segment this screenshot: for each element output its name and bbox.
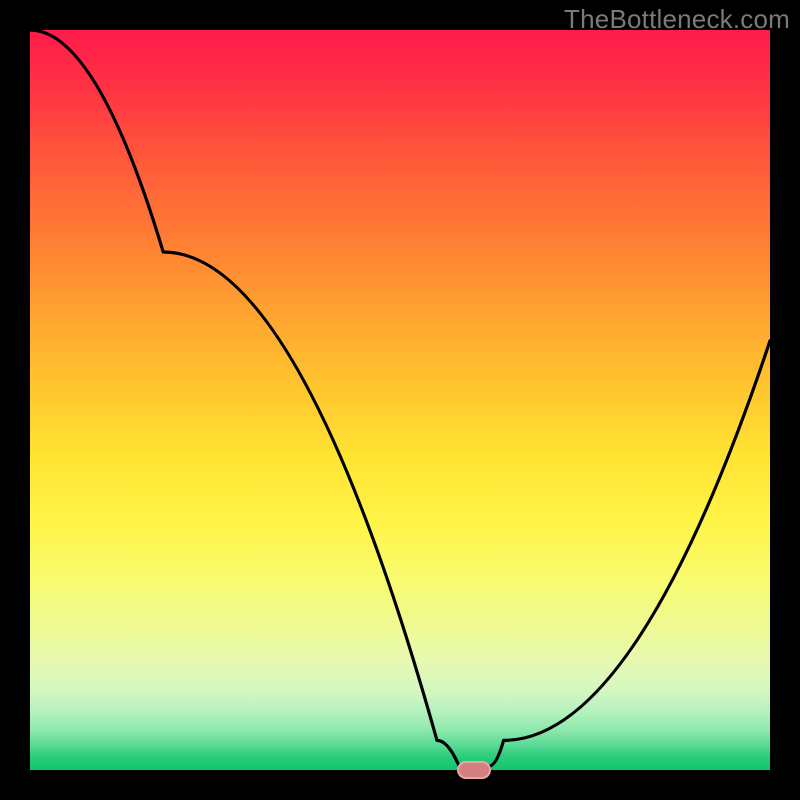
chart-frame: TheBottleneck.com	[0, 0, 800, 800]
plot-area	[30, 30, 770, 770]
watermark-text: TheBottleneck.com	[564, 4, 790, 35]
curve-svg	[30, 30, 770, 770]
bottleneck-curve	[30, 30, 770, 770]
optimal-marker	[457, 761, 491, 779]
